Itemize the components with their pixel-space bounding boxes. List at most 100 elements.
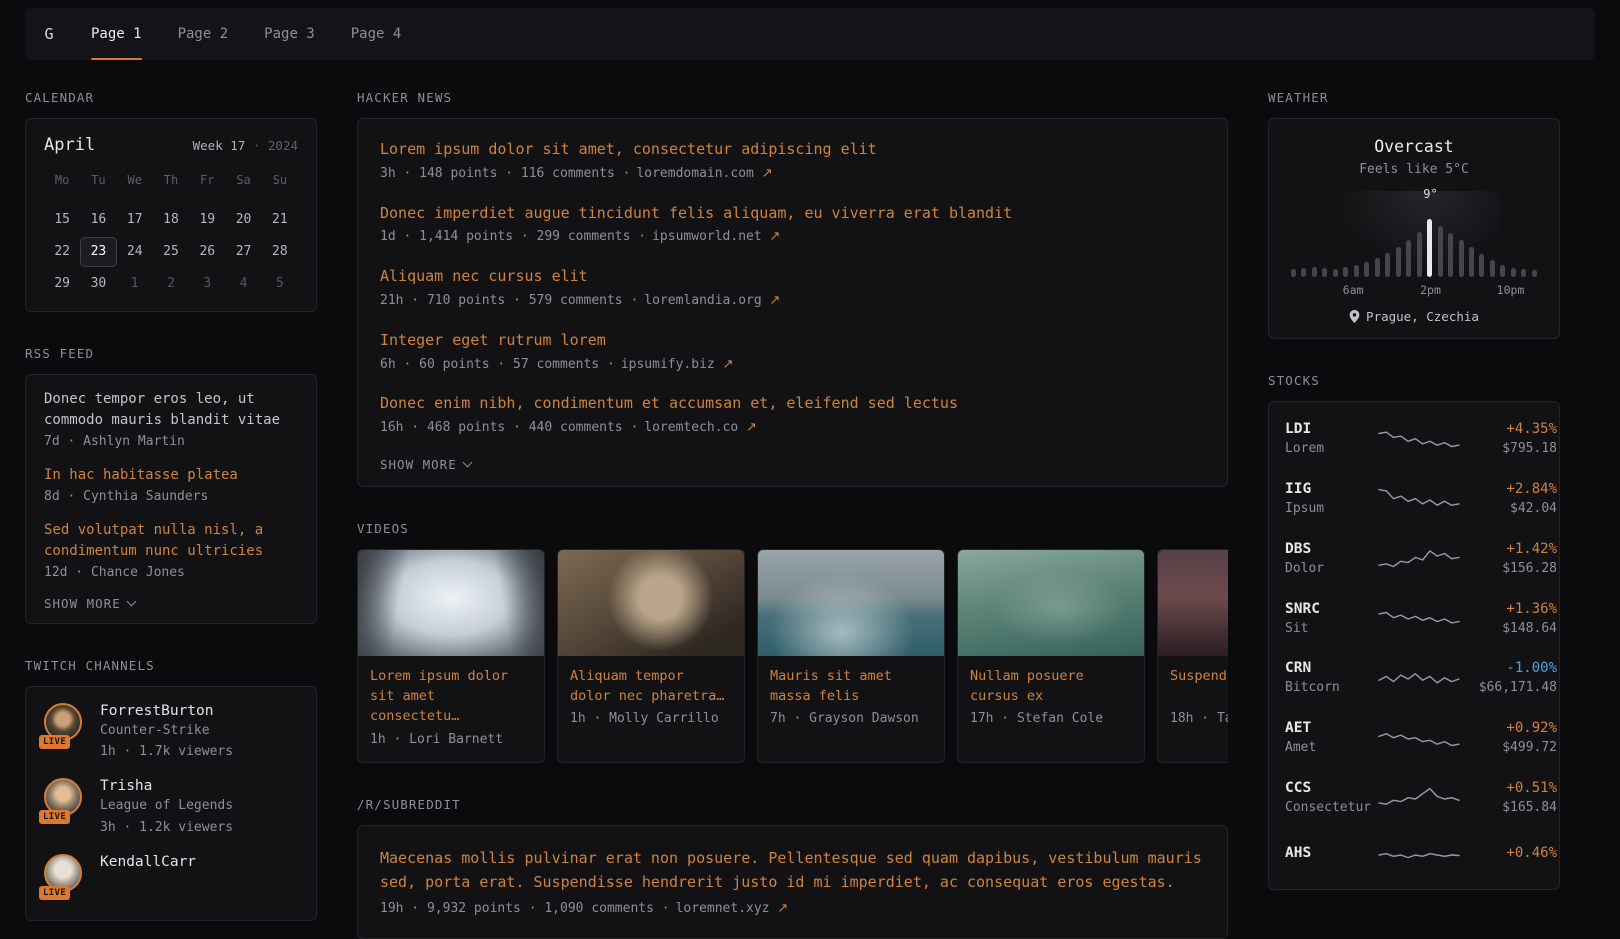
stock-price: $795.18 xyxy=(1461,440,1557,459)
hn-title-link[interactable]: Donec enim nibh, condimentum et accumsan… xyxy=(380,393,1205,415)
videos-row: Lorem ipsum dolor sit amet consectetu… 1… xyxy=(357,549,1228,763)
live-badge: LIVE xyxy=(39,735,70,749)
hn-source-link[interactable]: loremdomain.com ↗ xyxy=(636,166,772,181)
hn-title-link[interactable]: Integer eget rutrum lorem xyxy=(380,330,1205,352)
calendar-day: 18 xyxy=(153,205,189,235)
hn-item: Integer eget rutrum lorem 6h · 60 points… xyxy=(380,330,1205,375)
stock-ticker: CCS xyxy=(1285,780,1377,796)
hn-show-more-button[interactable]: SHOW MORE xyxy=(380,457,471,472)
stock-identity: CCS Consectetur xyxy=(1285,780,1377,818)
rss-show-more-button[interactable]: SHOW MORE xyxy=(44,596,135,611)
calendar-widget: CALENDAR April Week 17 · 2024 MoTuWeThFr… xyxy=(25,90,317,312)
rss-item-link[interactable]: Sed volutpat nulla nisl, a condimentum n… xyxy=(44,520,298,562)
hn-source-link[interactable]: loremtech.co ↗ xyxy=(644,420,757,435)
video-title-link[interactable]: Aliquam tempor dolor nec pharetra… xyxy=(570,666,732,707)
video-title-link[interactable]: Lorem ipsum dolor sit amet consectetu… xyxy=(370,666,532,727)
subreddit-section-title: /R/SUBREDDIT xyxy=(357,797,1228,812)
hn-meta-text: 21h · 710 points · 579 comments · xyxy=(380,293,638,308)
video-card[interactable]: Aliquam tempor dolor nec pharetra… 1h · … xyxy=(557,549,745,763)
video-card[interactable]: Suspendisse diam 18h · Tara xyxy=(1157,549,1228,763)
hn-item-meta: 1d · 1,414 points · 299 comments ·ipsumw… xyxy=(380,228,1205,247)
calendar-day: 5 xyxy=(262,269,298,299)
video-thumbnail[interactable] xyxy=(1158,550,1228,656)
stock-price: $42.04 xyxy=(1461,500,1557,519)
calendar-day: 1 xyxy=(117,269,153,299)
video-card[interactable]: Nullam posuere cursus ex 17h · Stefan Co… xyxy=(957,549,1145,763)
video-card[interactable]: Lorem ipsum dolor sit amet consectetu… 1… xyxy=(357,549,545,763)
twitch-channel-name[interactable]: KendallCarr xyxy=(100,854,196,870)
app-logo[interactable]: G xyxy=(25,8,73,60)
stock-row[interactable]: AET Amet +0.92% $499.72 xyxy=(1285,709,1543,769)
calendar-days-grid: 1516171819202122232425262728293012345 xyxy=(44,205,298,299)
subreddit-card: Maecenas mollis pulvinar erat non posuer… xyxy=(357,825,1228,939)
page-tab-label: Page 4 xyxy=(351,26,402,42)
page-tab-label: Page 3 xyxy=(264,26,315,42)
stock-row[interactable]: LDI Lorem +4.35% $795.18 xyxy=(1285,410,1543,470)
twitch-channel-name[interactable]: ForrestBurton xyxy=(100,703,233,719)
rss-item-link[interactable]: In hac habitasse platea xyxy=(44,465,298,486)
stock-row[interactable]: DBS Dolor +1.42% $156.28 xyxy=(1285,530,1543,590)
video-thumbnail[interactable] xyxy=(758,550,944,656)
video-thumbnail[interactable] xyxy=(358,550,544,656)
video-title-link[interactable]: Suspendisse diam xyxy=(1170,666,1228,706)
stock-ticker: AET xyxy=(1285,720,1377,736)
calendar-day: 27 xyxy=(225,237,261,267)
video-title-link[interactable]: Nullam posuere cursus ex xyxy=(970,666,1132,707)
page-tab-label: Page 1 xyxy=(91,26,142,42)
stock-row[interactable]: AHS +0.46% xyxy=(1285,829,1543,881)
stock-change: +1.42% xyxy=(1461,541,1557,557)
weather-bar xyxy=(1322,268,1327,277)
stock-change: +4.35% xyxy=(1461,421,1557,437)
video-thumbnail[interactable] xyxy=(558,550,744,656)
hn-title-link[interactable]: Aliquam nec cursus elit xyxy=(380,266,1205,288)
calendar-day: 20 xyxy=(225,205,261,235)
weather-bar xyxy=(1312,267,1317,277)
stock-row[interactable]: IIG Ipsum +2.84% $42.04 xyxy=(1285,470,1543,530)
stock-price: $499.72 xyxy=(1461,739,1557,758)
twitch-channel-row[interactable]: LIVE Trisha League of Legends 3h · 1.2k … xyxy=(44,778,298,838)
rss-item-link[interactable]: Donec tempor eros leo, ut commodo mauris… xyxy=(44,389,298,431)
hn-item: Lorem ipsum dolor sit amet, consectetur … xyxy=(380,139,1205,184)
videos-section-title: VIDEOS xyxy=(357,521,1228,536)
stock-sparkline xyxy=(1377,724,1461,754)
hn-source-link[interactable]: loremlandia.org ↗ xyxy=(644,293,780,308)
reddit-post-link[interactable]: Maecenas mollis pulvinar erat non posuer… xyxy=(380,846,1205,894)
page-tab[interactable]: Page 2 xyxy=(178,8,229,60)
calendar-dow-label: Sa xyxy=(225,167,261,193)
video-thumbnail[interactable] xyxy=(958,550,1144,656)
calendar-day: 19 xyxy=(189,205,225,235)
stock-sparkline xyxy=(1377,485,1461,515)
weather-bar xyxy=(1532,270,1537,277)
stock-numbers: +1.42% $156.28 xyxy=(1461,541,1557,579)
stock-row[interactable]: CRN Bitcorn -1.00% $66,171.48 xyxy=(1285,649,1543,709)
page-tab[interactable]: Page 4 xyxy=(351,8,402,60)
weather-widget: WEATHER Overcast Feels like 5°C 9° 6am 2… xyxy=(1268,90,1560,339)
video-card[interactable]: Mauris sit amet massa felis 7h · Grayson… xyxy=(757,549,945,763)
weather-bar xyxy=(1396,247,1401,277)
hn-source-link[interactable]: ipsumworld.net ↗ xyxy=(652,229,780,244)
reddit-source-link[interactable]: loremnet.xyz ↗ xyxy=(676,901,789,916)
stock-row[interactable]: CCS Consectetur +0.51% $165.84 xyxy=(1285,769,1543,829)
twitch-channel-row[interactable]: LIVE ForrestBurton Counter-Strike 1h · 1… xyxy=(44,703,298,763)
weather-condition: Overcast xyxy=(1287,137,1541,156)
stock-row[interactable]: SNRC Sit +1.36% $148.64 xyxy=(1285,590,1543,650)
video-title-link[interactable]: Mauris sit amet massa felis xyxy=(770,666,932,707)
stock-change: +0.51% xyxy=(1461,780,1557,796)
weather-bar xyxy=(1469,247,1474,277)
page-tab[interactable]: Page 1 xyxy=(91,8,142,60)
stock-name: Consectetur xyxy=(1285,799,1377,818)
twitch-viewers: 1h · 1.7k viewers xyxy=(100,743,233,762)
rss-card: Donec tempor eros leo, ut commodo mauris… xyxy=(25,374,317,624)
hn-title-link[interactable]: Donec imperdiet augue tincidunt felis al… xyxy=(380,203,1205,225)
hn-source-link[interactable]: ipsumify.biz ↗ xyxy=(621,357,734,372)
twitch-channel-name[interactable]: Trisha xyxy=(100,778,233,794)
weather-bar xyxy=(1521,269,1526,277)
rss-widget: RSS FEED Donec tempor eros leo, ut commo… xyxy=(25,346,317,624)
calendar-day: 2 xyxy=(153,269,189,299)
hn-title-link[interactable]: Lorem ipsum dolor sit amet, consectetur … xyxy=(380,139,1205,161)
twitch-channel-row[interactable]: LIVE KendallCarr xyxy=(44,854,298,896)
page-tab[interactable]: Page 3 xyxy=(264,8,315,60)
chevron-down-icon xyxy=(126,596,136,606)
twitch-avatar: LIVE xyxy=(44,703,86,745)
hn-domain: loremtech.co xyxy=(644,420,738,435)
